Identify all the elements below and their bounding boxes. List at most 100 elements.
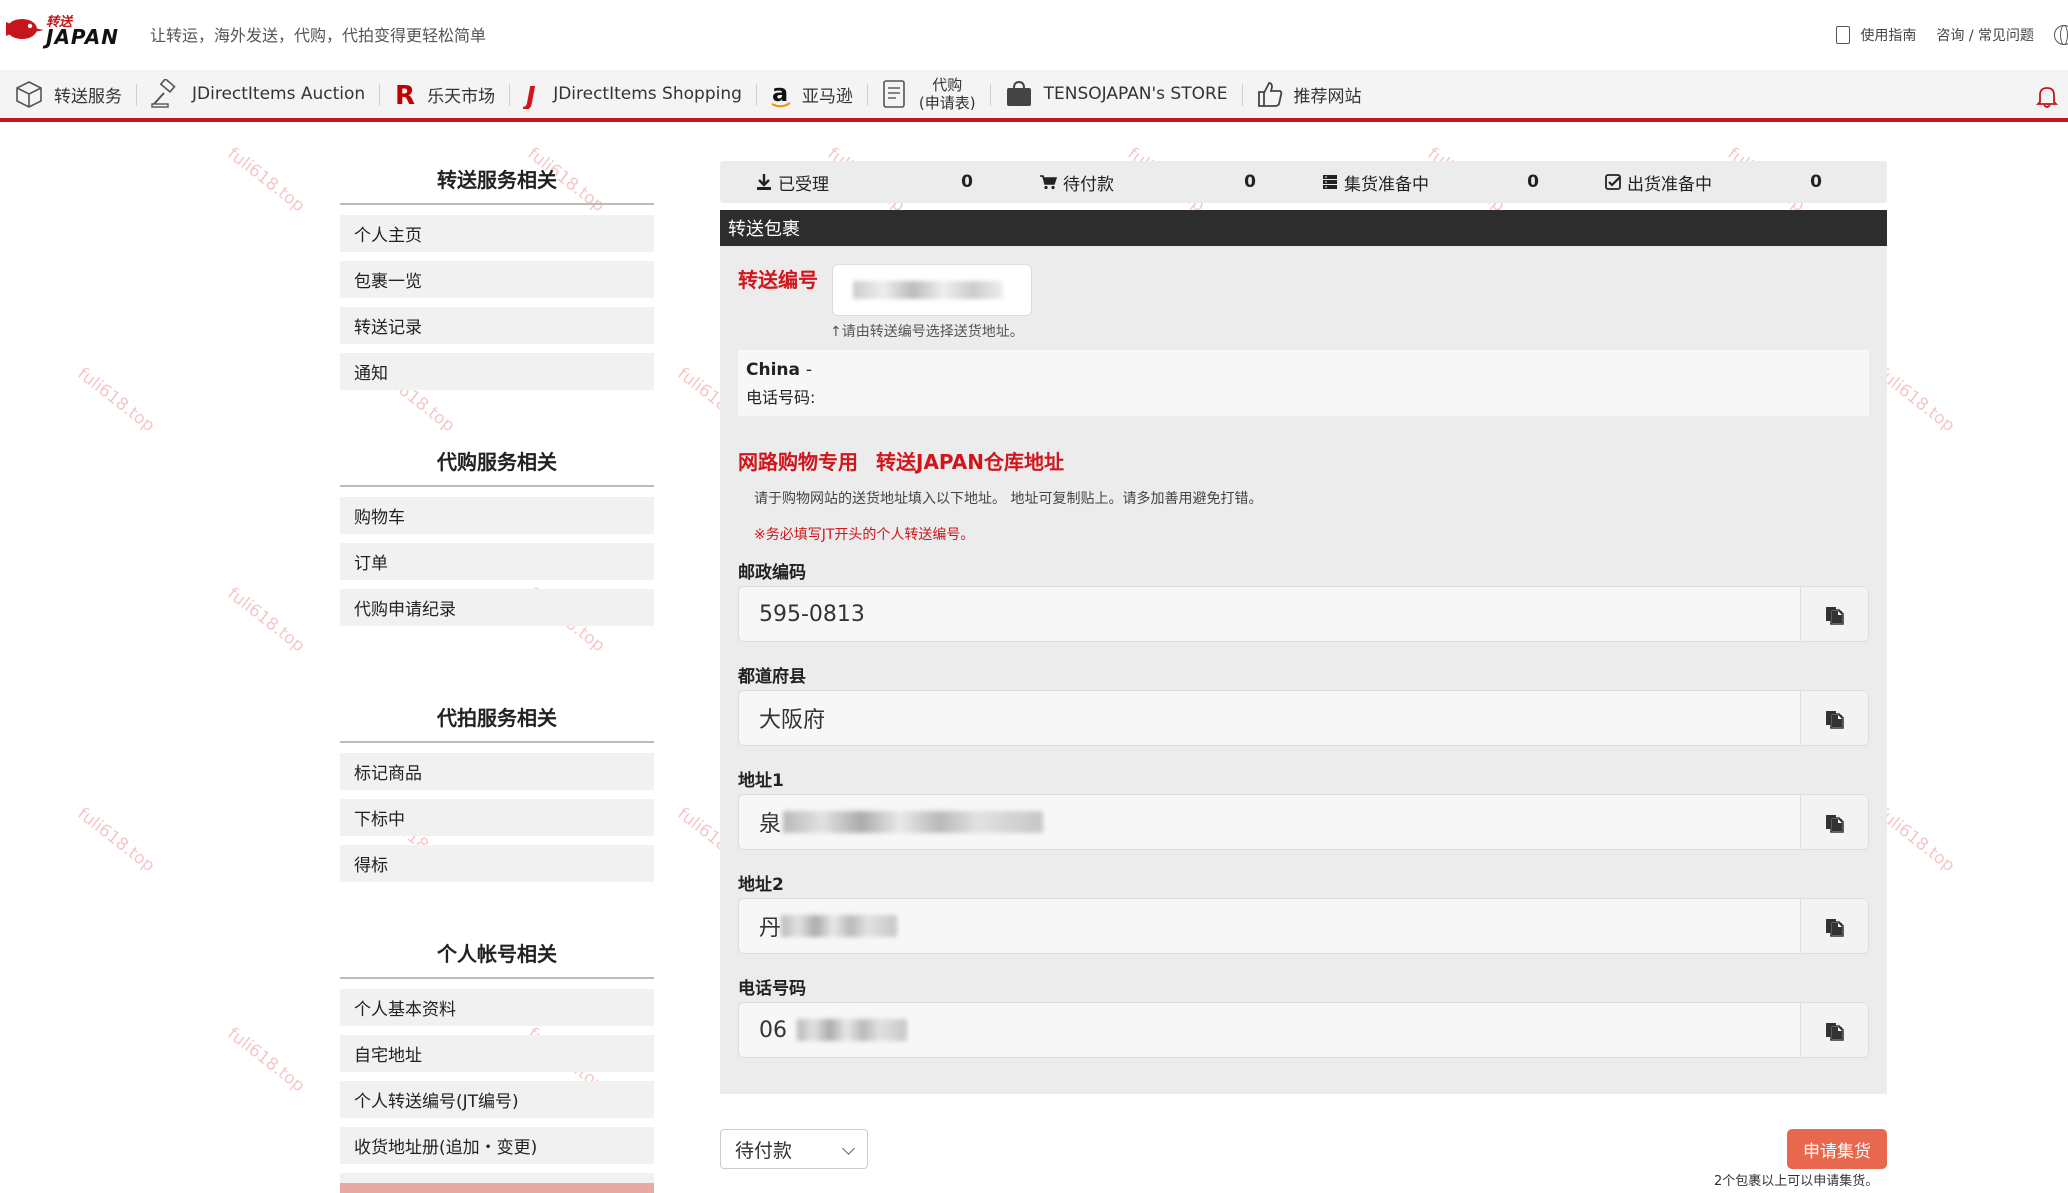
nav-item-label: 乐天市场 [427,86,496,107]
sidebar-item-proxy-history[interactable]: 代购申请纪录 [340,589,654,626]
status-label: 集货准备中 [1344,174,1429,195]
nav-item-store[interactable]: TENSOJAPAN's STORE [989,68,1242,120]
faq-link[interactable]: 咨询 / 常见问题 [1936,25,2034,45]
sidebar-section-title: 代购服务相关 [340,446,654,487]
status-summary-bar: 已受理 0 待付款 0 集货准备中 0 出货准备中 0 [720,161,1887,203]
sidebar-item-profile[interactable]: 个人基本资料 [340,989,654,1026]
nav-item-auction[interactable]: JDirectItems Auction [136,68,379,120]
copy-icon [1825,815,1844,833]
sidebar-item-jt-number[interactable]: 个人转送编号(JT编号) [340,1081,654,1118]
status-count: 0 [1810,172,1822,192]
blurred-phone [797,1019,907,1041]
sidebar-item-orders[interactable]: 订单 [340,543,654,580]
status-awaiting-payment[interactable]: 待付款 0 [1003,170,1286,195]
document-icon [1836,26,1851,44]
svg-text:a: a [772,79,788,107]
nav-item-label: TENSOJAPAN's STORE [1043,84,1228,104]
warehouse-warning: ※务必填写JT开头的个人转送编号。 [754,527,975,543]
postal-code-input[interactable] [739,587,1800,641]
sidebar-section-auction: 代拍服务相关 标记商品 下标中 得标 [340,702,654,882]
nav-item-recommended[interactable]: 推荐网站 [1241,68,1376,120]
delivery-phone-label: 电话号码: [746,388,816,407]
sidebar-section-tenso: 转送服务相关 个人主页 包裹一览 转送记录 通知 [340,164,654,390]
sidebar-item-address-book[interactable]: 收货地址册(追加・变更) [340,1127,654,1164]
sidebar-item-my-page[interactable]: 个人主页 [340,215,654,252]
form-icon [881,79,909,109]
svg-text:R: R [395,81,415,108]
apply-consolidation-button[interactable]: 申请集货 [1787,1129,1887,1169]
faq-link-label: 咨询 / 常见问题 [1936,28,2034,44]
blurred-address2 [781,915,897,937]
sidebar-item-cart[interactable]: 购物车 [340,497,654,534]
top-links: 使用指南 咨询 / 常见问题 [1836,24,2068,46]
prefecture-input[interactable] [739,691,1800,745]
status-preparing-shipment[interactable]: 出货准备中 0 [1569,170,1852,195]
nav-item-label: JDirectItems Auction [192,84,366,104]
nav-item-proxy-form[interactable]: 代购 (申请表) [866,68,990,120]
nav-item-rakuten[interactable]: R 乐天市场 [379,68,509,120]
country-name: China [746,360,800,380]
status-count: 0 [1244,172,1256,192]
sidebar-item-watchlist[interactable]: 标记商品 [340,753,654,790]
guide-link[interactable]: 使用指南 [1836,25,1916,45]
blurred-address1 [783,811,1043,833]
box-icon [14,79,44,109]
delivery-country: China - [746,360,1861,380]
address2-label: 地址2 [738,875,784,895]
watermark-text: fuli618.top [223,1023,309,1097]
nav-item-label: JDirectItems Shopping [553,84,742,104]
sidebar-item-notifications[interactable]: 通知 [340,353,654,390]
download-icon [756,173,772,191]
delivery-address-box: China - 电话号码: [738,350,1869,416]
nav-item-amazon[interactable]: a 亚马逊 [755,68,867,120]
main-nav: 转送服务 JDirectItems Auction R 乐天市场 J JDire… [0,70,2068,122]
sidebar-item-package-list[interactable]: 包裹一览 [340,261,654,298]
cart-icon [1039,174,1057,190]
watermark-text: fuli618.top [223,143,309,217]
sidebar-item-home-address[interactable]: 自宅地址 [340,1035,654,1072]
address1-label: 地址1 [738,771,784,791]
status-received[interactable]: 已受理 0 [720,170,1003,195]
package-status-select[interactable]: 待付款 [720,1129,868,1169]
top-header: 转送 JAPAN 让转运，海外发送，代购，代拍变得更轻松简单 使用指南 咨询 /… [0,0,2068,70]
sidebar-section-title: 代拍服务相关 [340,702,654,743]
nav-item-tenso-service[interactable]: 转送服务 [0,68,136,120]
address2-input[interactable] [739,899,1800,953]
country-suffix: - [805,360,813,380]
status-select-value: 待付款 [735,1139,793,1162]
copy-phone-button[interactable] [1800,1003,1868,1057]
sidebar-section-account: 个人帐号相关 个人基本资料 自宅地址 个人转送编号(JT编号) 收货地址册(追加… [340,938,654,1193]
j-icon: J [523,79,543,109]
tenso-number-select[interactable] [832,264,1032,316]
sidebar-item-bidding[interactable]: 下标中 [340,799,654,836]
copy-address1-button[interactable] [1800,795,1868,849]
thumbs-up-icon [1256,80,1284,108]
status-count: 0 [961,172,973,192]
copy-postal-code-button[interactable] [1800,587,1868,641]
check-square-icon [1605,174,1621,190]
warehouse-title-part1: 网路购物专用 [738,450,858,474]
nav-item-shopping[interactable]: J JDirectItems Shopping [509,68,756,120]
nav-item-label: 推荐网站 [1293,86,1362,107]
sidebar-item-shipping-history[interactable]: 转送记录 [340,307,654,344]
copy-icon [1825,1023,1844,1041]
sidebar-section-title: 转送服务相关 [340,164,654,205]
tensojapan-logo[interactable]: 转送 JAPAN [4,10,130,49]
sidebar-item-cut-off[interactable] [340,1183,654,1193]
sidebar-section-proxy: 代购服务相关 购物车 订单 代购申请纪录 [340,446,654,626]
nav-item-label: 代购 (申请表) [919,76,976,112]
copy-address2-button[interactable] [1800,899,1868,953]
sidebar-item-won[interactable]: 得标 [340,845,654,882]
tenso-number-hint: ↑请由转送编号选择送货地址。 [830,324,1024,340]
globe-icon[interactable] [2054,25,2068,45]
guide-link-label: 使用指南 [1860,28,1917,44]
store-icon [1004,80,1034,108]
copy-prefecture-button[interactable] [1800,691,1868,745]
bell-icon[interactable] [2036,84,2058,108]
logo-big-text: JAPAN [46,25,119,49]
stack-icon [1322,174,1338,190]
nav-item-label: 转送服务 [54,86,122,107]
warehouse-title: 网路购物专用 转送JAPAN仓库地址 [738,446,1064,475]
status-consolidating[interactable]: 集货准备中 0 [1286,170,1569,195]
status-label: 已受理 [778,174,829,195]
